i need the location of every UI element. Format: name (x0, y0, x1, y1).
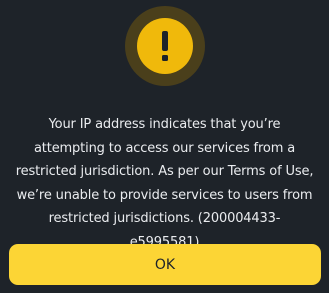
warning-icon (137, 18, 193, 74)
warning-icon-ring (125, 6, 205, 86)
restriction-message: Your IP address indicates that you’re at… (15, 117, 314, 250)
exclamation-icon (162, 31, 168, 61)
ok-button[interactable]: OK (9, 244, 321, 285)
restricted-jurisdiction-dialog: Your IP address indicates that you’re at… (0, 0, 329, 293)
